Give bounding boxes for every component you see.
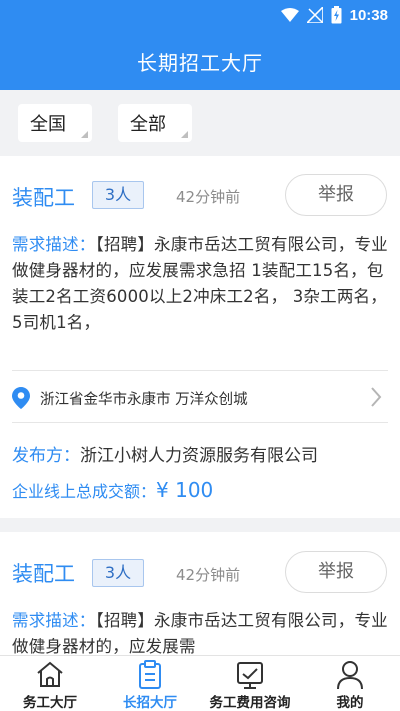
tab-long-term-hall[interactable]: 长招大厅: [100, 656, 200, 711]
wifi-icon: [280, 8, 299, 22]
tab-label: 我的: [336, 695, 364, 711]
user-icon: [337, 661, 363, 690]
total-label: 企业线上总成交额：: [12, 482, 157, 501]
no-signal-icon: [306, 7, 323, 23]
status-icons: 10:38: [280, 6, 388, 24]
status-time: 10:38: [349, 6, 388, 24]
job-card[interactable]: 装配工 3人 42分钟前 举报 需求描述：【招聘】永康市岳达工贸有限公司，专业做…: [0, 156, 400, 518]
dropdown-corner-icon: [81, 131, 88, 138]
post-time: 42分钟前: [176, 566, 241, 584]
job-title: 装配工: [12, 186, 75, 210]
headcount-badge: 3人: [92, 181, 144, 209]
page-title: 长期招工大厅: [137, 50, 263, 75]
status-bar: 10:38: [0, 0, 400, 32]
description-label: 需求描述：: [12, 235, 96, 254]
category-filter-label: 全部: [130, 114, 166, 135]
tab-work-hall[interactable]: 务工大厅: [0, 656, 100, 711]
home-icon: [37, 661, 63, 687]
job-description: 需求描述：【招聘】永康市岳达工贸有限公司，专业做健身器材的，应发展需求急招 1装…: [12, 232, 392, 336]
divider: [12, 370, 388, 371]
tab-label: 务工大厅: [23, 695, 77, 711]
job-description: 需求描述：【招聘】永康市岳达工贸有限公司，专业做健身器材的，应发展需: [12, 608, 392, 655]
report-button[interactable]: 举报: [285, 174, 387, 216]
dropdown-corner-icon: [181, 131, 188, 138]
job-card[interactable]: 装配工 3人 42分钟前 举报 需求描述：【招聘】永康市岳达工贸有限公司，专业做…: [0, 532, 400, 655]
job-title: 装配工: [12, 562, 75, 586]
total-amount: ¥ 100: [156, 478, 214, 502]
headcount-badge: 3人: [92, 559, 144, 587]
filter-bar: 全国 全部: [0, 90, 400, 156]
post-time: 42分钟前: [176, 188, 241, 206]
divider: [12, 422, 388, 423]
description-label: 需求描述：: [12, 611, 96, 630]
tab-mine[interactable]: 我的: [300, 656, 400, 711]
tab-label: 长招大厅: [123, 695, 177, 711]
publisher-label: 发布方：: [12, 446, 80, 466]
location-row[interactable]: 浙江省金华市永康市 万洋众创城: [12, 376, 388, 420]
report-button[interactable]: 举报: [285, 551, 387, 593]
publisher-row: 发布方：浙江小树人力资源服务有限公司: [12, 441, 318, 466]
bottom-tab-bar: 务工大厅 长招大厅 务工费用咨询 我的: [0, 655, 400, 711]
clipboard-icon: [139, 660, 161, 689]
battery-charging-icon: [331, 6, 342, 24]
publisher-name: 浙江小树人力资源服务有限公司: [80, 446, 318, 466]
tab-label: 务工费用咨询: [209, 695, 291, 711]
header: 长期招工大厅: [0, 32, 400, 90]
chevron-right-icon: [371, 387, 382, 407]
category-filter[interactable]: 全部: [118, 104, 192, 142]
region-filter-label: 全国: [30, 114, 66, 135]
total-turnover-row: 企业线上总成交额：¥ 100: [12, 478, 213, 502]
location-pin-icon: [12, 387, 30, 409]
region-filter[interactable]: 全国: [18, 104, 92, 142]
location-text: 浙江省金华市永康市 万洋众创城: [40, 391, 248, 408]
chart-board-icon: [237, 662, 263, 689]
tab-fee-consult[interactable]: 务工费用咨询: [200, 656, 300, 711]
